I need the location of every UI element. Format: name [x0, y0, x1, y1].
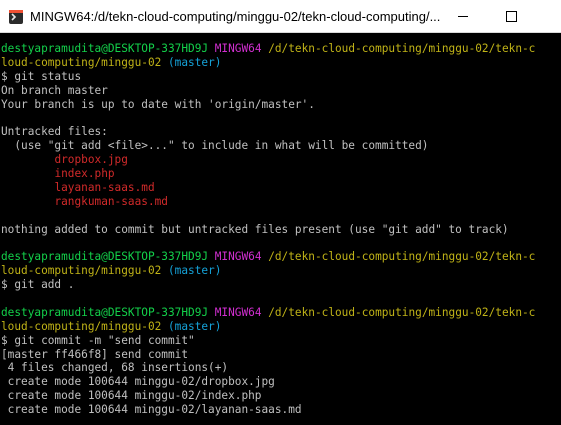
untracked-file-name: rangkuman-saas.md: [54, 194, 168, 208]
terminal-output[interactable]: destyapramudita@DESKTOP-337HD9J MINGW64 …: [0, 42, 561, 425]
output-commit-stats: 4 files changed, 68 insertions(+): [1, 361, 229, 375]
prompt-user-host: destyapramudita@DESKTOP-337HD9J: [1, 42, 209, 55]
untracked-file: dropbox.jpg: [0, 153, 561, 167]
prompt-user-host: destyapramudita@DESKTOP-337HD9J: [1, 305, 209, 319]
untracked-file: layanan-saas.md: [0, 181, 561, 195]
output-untracked-header: Untracked files:: [1, 125, 108, 139]
prompt-path: /d/tekn-cloud-computing/minggu-02/tekn-c: [268, 42, 536, 55]
prompt-user-host: destyapramudita@DESKTOP-337HD9J: [1, 250, 209, 264]
minimize-button[interactable]: [440, 0, 486, 33]
prompt-msystem: MINGW64: [214, 42, 262, 55]
minimize-icon: [458, 16, 468, 17]
output-create-mode: create mode 100644 minggu-02/index.php: [1, 389, 262, 403]
prompt-path: /d/tekn-cloud-computing/minggu-02/tekn-c: [268, 305, 536, 319]
command-git-status: $ git status: [1, 69, 82, 83]
prompt-line-continued: loud-computing/minggu-02 (master): [0, 320, 561, 334]
untracked-file-name: index.php: [54, 167, 115, 181]
prompt-line: destyapramudita@DESKTOP-337HD9J MINGW64 …: [0, 250, 561, 264]
window-title-bar[interactable]: MINGW64:/d/tekn-cloud-computing/minggu-0…: [0, 0, 561, 33]
output-up-to-date: Your branch is up to date with 'origin/m…: [1, 97, 315, 111]
untracked-file-name: dropbox.jpg: [54, 153, 128, 167]
output-nothing-added: nothing added to commit but untracked fi…: [1, 222, 509, 236]
maximize-button[interactable]: [488, 0, 534, 33]
maximize-icon: [505, 11, 517, 22]
window-title: MINGW64:/d/tekn-cloud-computing/minggu-0…: [30, 9, 440, 24]
prompt-branch: (master): [167, 319, 222, 333]
command-git-commit: $ git commit -m "send commit": [1, 333, 195, 347]
git-bash-icon: [9, 10, 23, 24]
prompt-msystem: MINGW64: [214, 250, 262, 264]
prompt-path-continued: loud-computing/minggu-02: [1, 55, 162, 69]
prompt-branch: (master): [167, 264, 222, 278]
output-untracked-hint: (use "git add <file>..." to include in w…: [1, 139, 429, 153]
prompt-path-continued: loud-computing/minggu-02: [1, 264, 162, 278]
prompt-msystem: MINGW64: [214, 305, 262, 319]
untracked-file: index.php: [0, 167, 561, 181]
prompt-path-continued: loud-computing/minggu-02: [1, 319, 162, 333]
prompt-line-continued: loud-computing/minggu-02 (master): [0, 56, 561, 70]
output-create-mode: create mode 100644 minggu-02/layanan-saa…: [1, 403, 302, 417]
output-create-mode: create mode 100644 minggu-02/dropbox.jpg: [1, 375, 275, 389]
output-commit-result: [master ff466f8] send commit: [1, 347, 189, 361]
prompt-line: destyapramudita@DESKTOP-337HD9J MINGW64 …: [0, 42, 561, 56]
output-branch: On branch master: [1, 83, 108, 97]
command-git-add: $ git add .: [1, 278, 75, 292]
untracked-file-name: layanan-saas.md: [54, 180, 155, 194]
prompt-line: destyapramudita@DESKTOP-337HD9J MINGW64 …: [0, 306, 561, 320]
prompt-line-continued: loud-computing/minggu-02 (master): [0, 264, 561, 278]
untracked-file: rangkuman-saas.md: [0, 195, 561, 209]
prompt-branch: (master): [167, 55, 222, 69]
prompt-path: /d/tekn-cloud-computing/minggu-02/tekn-c: [268, 250, 536, 264]
